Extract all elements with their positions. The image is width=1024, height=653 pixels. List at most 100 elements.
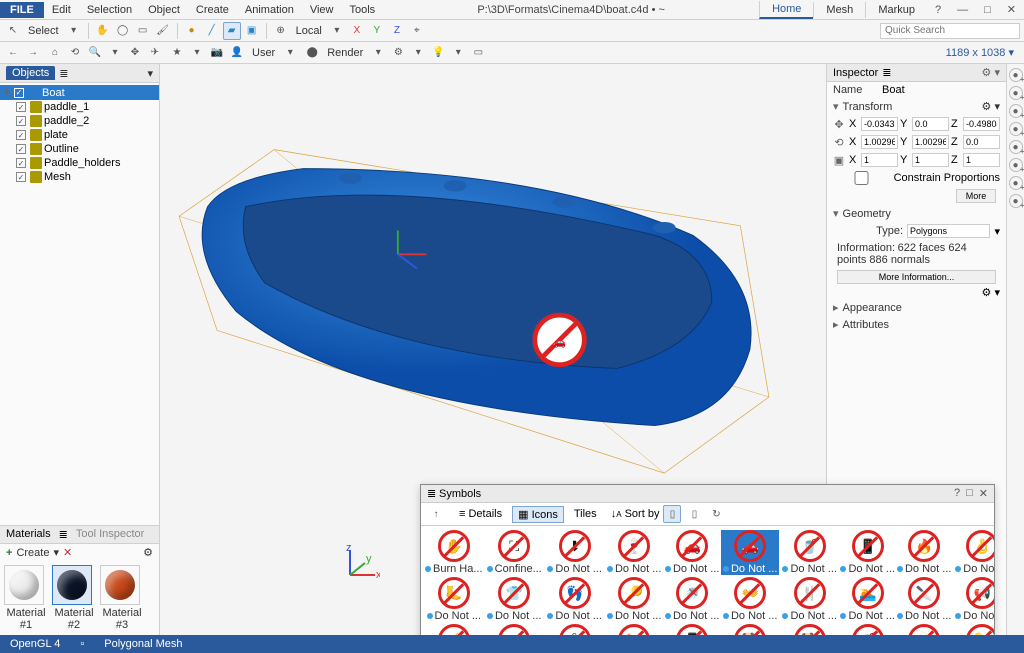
tree-item[interactable]: ✓Outline <box>0 142 159 156</box>
side-tool-3[interactable]: ● <box>1009 104 1023 118</box>
symbol-item[interactable]: 📱Do Not ... <box>840 530 894 575</box>
visibility-checkbox[interactable]: ✓ <box>16 116 26 126</box>
side-tool-6[interactable]: ● <box>1009 158 1023 172</box>
symbol-item[interactable]: 🐕No Dog ... <box>721 624 779 635</box>
mode-edge[interactable]: ╱ <box>203 22 221 40</box>
symbol-item[interactable]: 🥤No Drin... <box>840 624 894 635</box>
symbol-item[interactable]: 🔑Do Not ... <box>605 577 663 622</box>
visibility-checkbox[interactable]: ✓ <box>16 158 26 168</box>
tab-mesh[interactable]: Mesh <box>813 2 865 18</box>
render-label[interactable]: Render <box>323 47 367 59</box>
symbol-item[interactable]: 🚗Do Not ... <box>665 530 719 575</box>
camera-icon[interactable]: 📷 <box>208 44 226 62</box>
gear-icon[interactable]: ⚙ ▾ <box>982 66 1000 79</box>
symbol-item[interactable]: 🌡Hot Surf... <box>546 624 604 635</box>
select-label[interactable]: Select <box>24 25 63 37</box>
type-field[interactable] <box>907 224 990 238</box>
axis-x[interactable]: X <box>348 22 366 40</box>
view-orbit[interactable]: ⟲ <box>66 44 84 62</box>
axis-z[interactable]: Z <box>388 22 406 40</box>
axis-y[interactable]: Y <box>368 22 386 40</box>
up-icon[interactable]: ↑ <box>427 505 445 523</box>
menu-create[interactable]: Create <box>188 2 237 18</box>
settings-dd[interactable]: ▾ <box>409 44 427 62</box>
tab-home[interactable]: Home <box>759 1 813 19</box>
material-card[interactable]: Material #2 <box>52 565 96 631</box>
symbol-item[interactable]: 📱No Acti... <box>665 624 719 635</box>
tree-root[interactable]: ▾ ✓ Boat <box>0 85 159 100</box>
mode-face[interactable]: ▰ <box>223 22 241 40</box>
sort-opt-1[interactable]: ▯ <box>663 505 681 523</box>
symbol-item[interactable]: 🥤Do Not ... <box>781 530 839 575</box>
render-dd[interactable]: ▾ <box>369 44 387 62</box>
moreinfo-button[interactable]: More Information... <box>837 270 996 284</box>
view-icons[interactable]: ▦ Icons <box>512 506 564 523</box>
visibility-checkbox[interactable]: ✓ <box>14 88 24 98</box>
zoom-dd[interactable]: ▾ <box>106 44 124 62</box>
rot-z[interactable] <box>963 135 1000 149</box>
screen-icon[interactable]: ▭ <box>469 44 487 62</box>
symbol-item[interactable]: 🚗Do Not ... <box>721 530 779 575</box>
symbol-item[interactable]: 🪝Do Not ... <box>953 530 994 575</box>
pos-y[interactable] <box>912 117 949 131</box>
appearance-section[interactable]: ▸Appearance <box>827 299 1006 316</box>
tree-item[interactable]: ✓paddle_1 <box>0 100 159 114</box>
objects-tab[interactable]: Objects <box>6 66 55 80</box>
visibility-checkbox[interactable]: ✓ <box>16 102 26 112</box>
list-icon[interactable]: ≣ <box>59 67 68 80</box>
menu-file[interactable]: FILE <box>0 2 44 18</box>
view-fly[interactable]: ✈ <box>146 44 164 62</box>
symbol-item[interactable]: 🔪Do Not ... <box>897 577 951 622</box>
axis-gizmo[interactable]: x z y <box>340 545 380 585</box>
type-dd[interactable]: ▾ <box>994 225 1000 238</box>
side-tool-7[interactable]: ● <box>1009 176 1023 190</box>
symbol-item[interactable]: 🏊Do Not ... <box>840 577 894 622</box>
settings-icon[interactable]: ⚙ <box>389 44 407 62</box>
search-input[interactable] <box>880 23 1020 39</box>
symbol-item[interactable]: 🔥Do Not ... <box>897 530 951 575</box>
tool-hand[interactable]: ✋ <box>94 22 112 40</box>
nav-back[interactable]: ← <box>4 44 22 62</box>
twisty-icon[interactable]: ▾ <box>2 86 12 99</box>
symbol-item[interactable]: ⛶Confine... <box>485 530 544 575</box>
attributes-section[interactable]: ▸Attributes <box>827 316 1006 333</box>
space-dd[interactable]: ▾ <box>328 22 346 40</box>
render-icon[interactable]: ⬤ <box>303 44 321 62</box>
scl-y[interactable] <box>912 153 949 167</box>
symbols-panel[interactable]: ≣ Symbols ?□✕ ↑ ≡ Details ▦ Icons Tiles … <box>420 484 995 635</box>
view-tiles[interactable]: Tiles <box>568 506 603 522</box>
symbol-item[interactable]: 👕Do Not ... <box>485 577 544 622</box>
snap-icon[interactable]: ⌖ <box>408 22 426 40</box>
tool-lasso[interactable]: ◯ <box>114 22 132 40</box>
constrain-checkbox[interactable] <box>833 171 890 185</box>
tool-paint[interactable]: 🖌 <box>154 22 172 40</box>
refresh-icon[interactable]: ↻ <box>707 505 725 523</box>
tree-item[interactable]: ✓Paddle_holders <box>0 156 159 170</box>
maximize-button[interactable]: □ <box>976 2 999 18</box>
toolinspector-tab[interactable]: Tool Inspector <box>76 528 144 541</box>
viewport-dims[interactable]: 1189 x 1038 ▾ <box>940 46 1020 59</box>
menu-selection[interactable]: Selection <box>79 2 140 18</box>
menu-tools[interactable]: Tools <box>341 2 383 18</box>
tool-rect[interactable]: ▭ <box>134 22 152 40</box>
light-icon[interactable]: 💡 <box>429 44 447 62</box>
create-label[interactable]: Create <box>16 547 49 559</box>
add-icon[interactable]: + <box>6 547 12 559</box>
space-label[interactable]: Local <box>292 25 326 37</box>
symbols-header[interactable]: ≣ Symbols ?□✕ <box>421 485 994 503</box>
view-zoom[interactable]: 🔍 <box>86 44 104 62</box>
panel-menu-icon[interactable]: ▾ <box>147 67 153 80</box>
symbol-item[interactable]: 👣Do Not ... <box>546 577 604 622</box>
scl-z[interactable] <box>963 153 1000 167</box>
symbol-item[interactable]: 🍴Do Not ... <box>781 577 839 622</box>
user-icon[interactable]: 👤 <box>228 44 246 62</box>
symbol-item[interactable]: ⊘General ... <box>485 624 544 635</box>
tab-markup[interactable]: Markup <box>865 2 927 18</box>
gear-icon[interactable]: ⚙ <box>143 546 153 559</box>
material-card[interactable]: Material #1 <box>4 565 48 631</box>
pos-z[interactable] <box>963 117 1000 131</box>
view-details[interactable]: ≡ Details <box>453 506 508 522</box>
side-tool-8[interactable]: ● <box>1009 194 1023 208</box>
symbol-item[interactable]: ✋Burn Ha... <box>425 530 483 575</box>
space-icon[interactable]: ⊕ <box>272 22 290 40</box>
